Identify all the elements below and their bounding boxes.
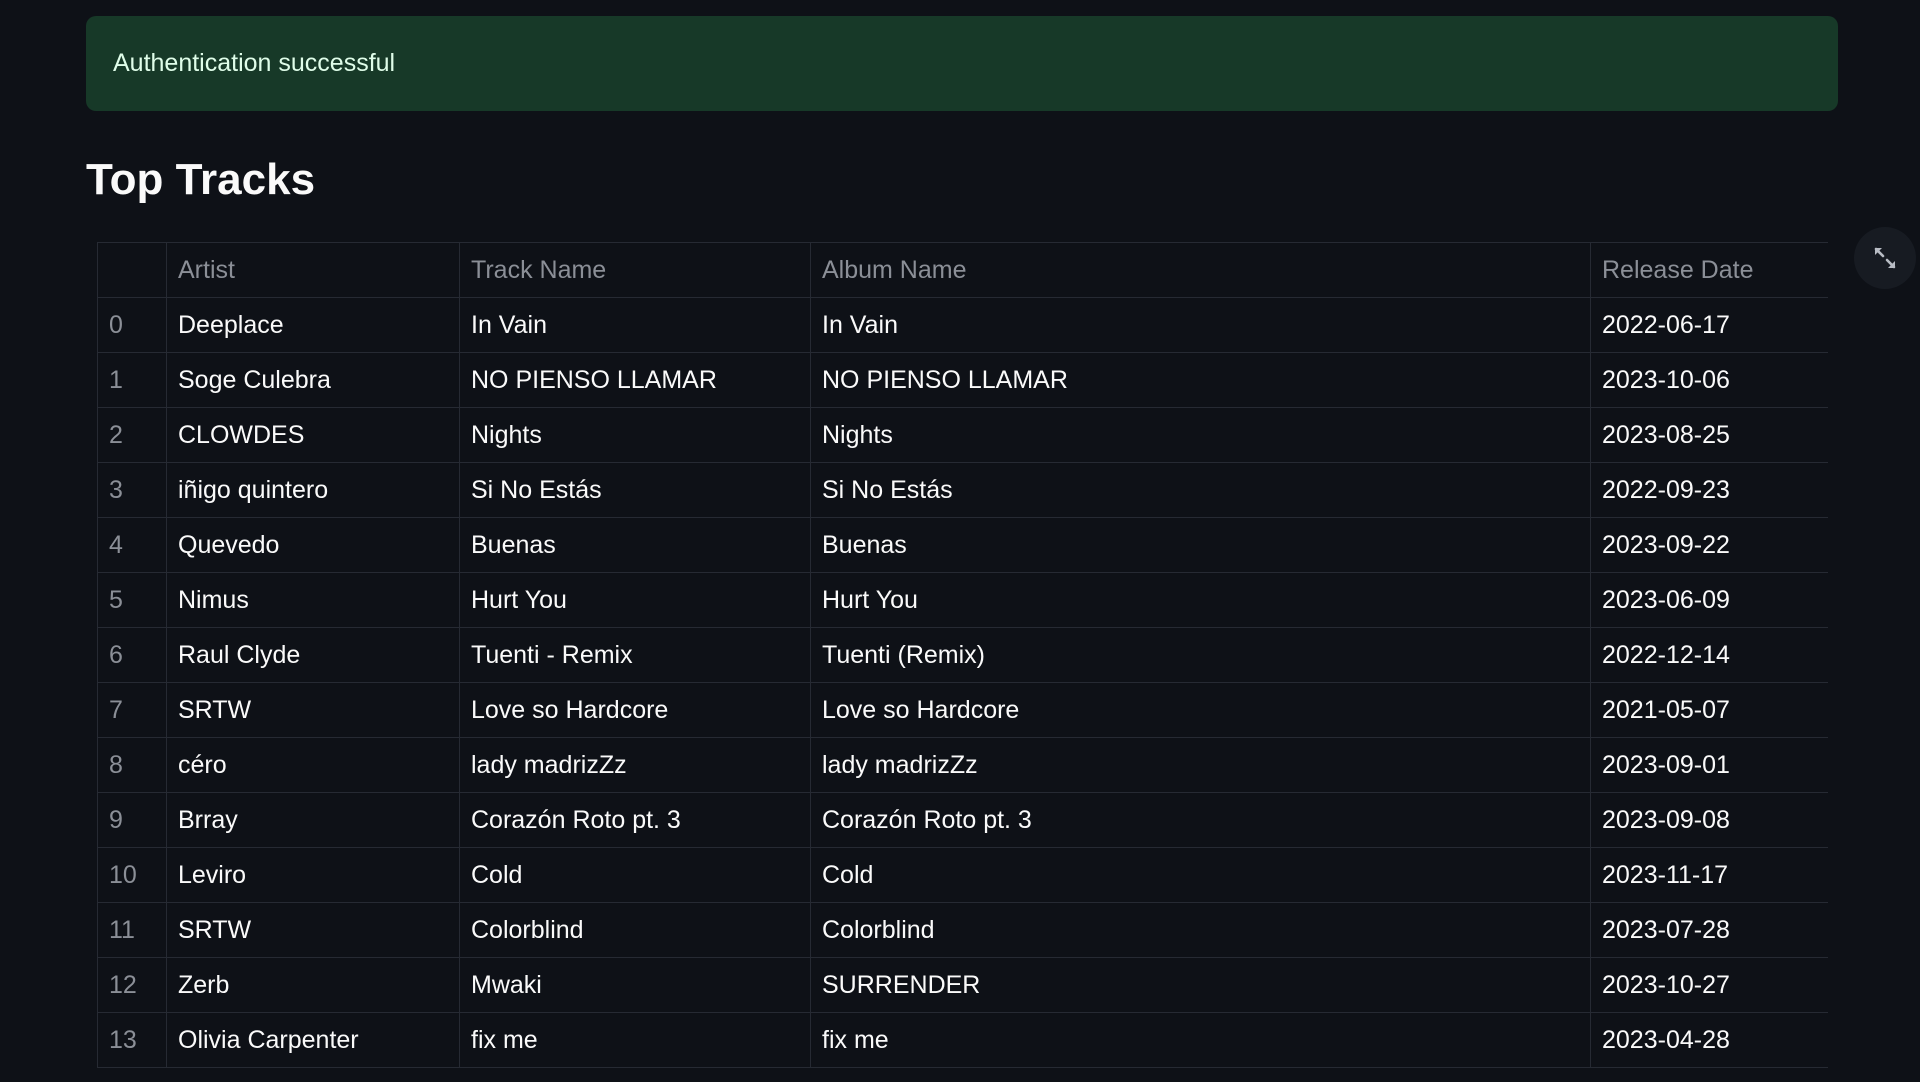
release-date-cell[interactable]: 2021-05-07 [1590, 682, 1828, 738]
album-name-cell[interactable]: SURRENDER [810, 957, 1591, 1013]
table-row[interactable]: 12 Zerb Mwaki SURRENDER 2023-10-27 [97, 957, 1828, 1013]
table-row[interactable]: 2 CLOWDES Nights Nights 2023-08-25 [97, 407, 1828, 463]
track-name-cell[interactable]: Si No Estás [459, 462, 811, 518]
track-name-cell[interactable]: Mwaki [459, 957, 811, 1013]
alert-message: Authentication successful [113, 49, 396, 77]
release-date-cell[interactable]: 2023-10-27 [1590, 957, 1828, 1013]
artist-cell[interactable]: Soge Culebra [166, 352, 460, 408]
track-name-cell[interactable]: Tuenti - Remix [459, 627, 811, 683]
table-row[interactable]: 10 Leviro Cold Cold 2023-11-17 [97, 847, 1828, 903]
track-name-cell[interactable]: fix me [459, 1012, 811, 1068]
artist-cell[interactable]: Zerb [166, 957, 460, 1013]
album-name-cell[interactable]: Buenas [810, 517, 1591, 573]
table-row[interactable]: 1 Soge Culebra NO PIENSO LLAMAR NO PIENSO L… [97, 352, 1828, 408]
row-index-cell[interactable]: 12 [97, 957, 167, 1013]
artist-cell[interactable]: Raul Clyde [166, 627, 460, 683]
track-name-cell[interactable]: Corazón Roto pt. 3 [459, 792, 811, 848]
release-date-cell[interactable]: 2023-09-08 [1590, 792, 1828, 848]
album-name-cell[interactable]: In Vain [810, 297, 1591, 353]
table-row[interactable]: 7 SRTW Love so Hardcore Love so Hardcore 202… [97, 682, 1828, 738]
track-name-cell[interactable]: Nights [459, 407, 811, 463]
row-index-cell[interactable]: 5 [97, 572, 167, 628]
table-row[interactable]: 11 SRTW Colorblind Colorblind 2023-07-28 [97, 902, 1828, 958]
artist-cell[interactable]: Olivia Carpenter [166, 1012, 460, 1068]
release-date-cell[interactable]: 2022-06-17 [1590, 297, 1828, 353]
track-name-cell[interactable]: Hurt You [459, 572, 811, 628]
track-name-cell[interactable]: lady madrizZz [459, 737, 811, 793]
album-name-cell[interactable]: Cold [810, 847, 1591, 903]
tracks-table: Artist Track Name Album Name Release Dat… [97, 242, 1828, 1068]
artist-cell[interactable]: SRTW [166, 682, 460, 738]
artist-cell[interactable]: Nimus [166, 572, 460, 628]
album-name-cell[interactable]: Corazón Roto pt. 3 [810, 792, 1591, 848]
artist-cell[interactable]: Leviro [166, 847, 460, 903]
artist-cell[interactable]: céro [166, 737, 460, 793]
column-header-artist[interactable]: Artist [166, 242, 460, 298]
success-alert: Authentication successful [86, 16, 1838, 111]
table-body: 0 Deeplace In Vain In Vain 2022-06-17 1 Soge C… [97, 297, 1828, 1068]
release-date-cell[interactable]: 2023-07-28 [1590, 902, 1828, 958]
album-name-cell[interactable]: Tuenti (Remix) [810, 627, 1591, 683]
release-date-cell[interactable]: 2023-08-25 [1590, 407, 1828, 463]
table-row[interactable]: 13 Olivia Carpenter fix me fix me 2023-04-28 [97, 1012, 1828, 1068]
row-index-cell[interactable]: 10 [97, 847, 167, 903]
tracks-table-container[interactable]: Artist Track Name Album Name Release Dat… [97, 242, 1828, 1082]
artist-cell[interactable]: Quevedo [166, 517, 460, 573]
artist-cell[interactable]: Deeplace [166, 297, 460, 353]
artist-cell[interactable]: Brray [166, 792, 460, 848]
expand-icon [1874, 247, 1896, 269]
artist-cell[interactable]: CLOWDES [166, 407, 460, 463]
album-name-cell[interactable]: Nights [810, 407, 1591, 463]
row-index-cell[interactable]: 0 [97, 297, 167, 353]
release-date-cell[interactable]: 2023-10-06 [1590, 352, 1828, 408]
release-date-cell[interactable]: 2023-04-28 [1590, 1012, 1828, 1068]
row-index-cell[interactable]: 9 [97, 792, 167, 848]
row-index-cell[interactable]: 3 [97, 462, 167, 518]
table-row[interactable]: 4 Quevedo Buenas Buenas 2023-09-22 [97, 517, 1828, 573]
track-name-cell[interactable]: Cold [459, 847, 811, 903]
row-index-cell[interactable]: 8 [97, 737, 167, 793]
release-date-cell[interactable]: 2023-11-17 [1590, 847, 1828, 903]
track-name-cell[interactable]: NO PIENSO LLAMAR [459, 352, 811, 408]
row-index-cell[interactable]: 2 [97, 407, 167, 463]
release-date-cell[interactable]: 2023-06-09 [1590, 572, 1828, 628]
release-date-cell[interactable]: 2023-09-01 [1590, 737, 1828, 793]
track-name-cell[interactable]: Colorblind [459, 902, 811, 958]
row-index-cell[interactable]: 1 [97, 352, 167, 408]
album-name-cell[interactable]: Colorblind [810, 902, 1591, 958]
page-title: Top Tracks [86, 155, 316, 204]
artist-cell[interactable]: iñigo quintero [166, 462, 460, 518]
release-date-cell[interactable]: 2022-12-14 [1590, 627, 1828, 683]
track-name-cell[interactable]: Buenas [459, 517, 811, 573]
table-row[interactable]: 0 Deeplace In Vain In Vain 2022-06-17 [97, 297, 1828, 353]
row-index-cell[interactable]: 6 [97, 627, 167, 683]
table-row[interactable]: 8 céro lady madrizZz lady madrizZz 2023-09-0… [97, 737, 1828, 793]
table-header-row: Artist Track Name Album Name Release Dat… [97, 242, 1828, 298]
album-name-cell[interactable]: Love so Hardcore [810, 682, 1591, 738]
track-name-cell[interactable]: In Vain [459, 297, 811, 353]
table-row[interactable]: 6 Raul Clyde Tuenti - Remix Tuenti (Remix) 2… [97, 627, 1828, 683]
table-row[interactable]: 9 Brray Corazón Roto pt. 3 Corazón Roto pt.… [97, 792, 1828, 848]
track-name-cell[interactable]: Love so Hardcore [459, 682, 811, 738]
column-header-album-name[interactable]: Album Name [810, 242, 1591, 298]
table-row[interactable]: 3 iñigo quintero Si No Estás Si No Estás 202… [97, 462, 1828, 518]
album-name-cell[interactable]: lady madrizZz [810, 737, 1591, 793]
row-index-cell[interactable]: 7 [97, 682, 167, 738]
column-header-index[interactable] [97, 242, 167, 298]
column-header-track-name[interactable]: Track Name [459, 242, 811, 298]
release-date-cell[interactable]: 2022-09-23 [1590, 462, 1828, 518]
row-index-cell[interactable]: 4 [97, 517, 167, 573]
album-name-cell[interactable]: Si No Estás [810, 462, 1591, 518]
row-index-cell[interactable]: 13 [97, 1012, 167, 1068]
row-index-cell[interactable]: 11 [97, 902, 167, 958]
fullscreen-button[interactable] [1854, 227, 1916, 289]
release-date-cell[interactable]: 2023-09-22 [1590, 517, 1828, 573]
artist-cell[interactable]: SRTW [166, 902, 460, 958]
album-name-cell[interactable]: Hurt You [810, 572, 1591, 628]
column-header-release-date[interactable]: Release Date [1590, 242, 1828, 298]
table-row[interactable]: 5 Nimus Hurt You Hurt You 2023-06-09 [97, 572, 1828, 628]
album-name-cell[interactable]: NO PIENSO LLAMAR [810, 352, 1591, 408]
album-name-cell[interactable]: fix me [810, 1012, 1591, 1068]
